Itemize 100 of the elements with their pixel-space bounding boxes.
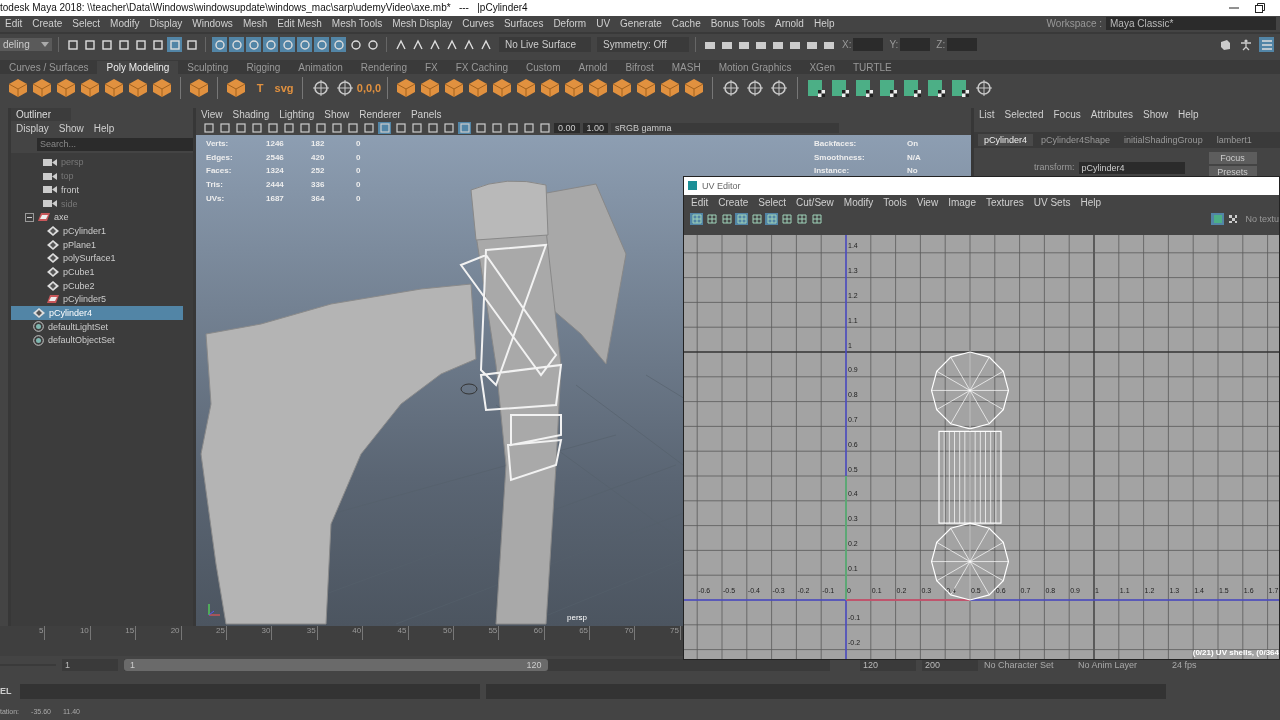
polygon-tool-icon[interactable] <box>420 77 440 98</box>
tool-icon[interactable] <box>538 122 551 135</box>
menu-item[interactable]: Attributes <box>1085 109 1138 121</box>
tool-icon[interactable] <box>522 122 535 135</box>
workspace-dropdown[interactable]: Maya Classic* <box>1106 17 1276 31</box>
polygon-tool-icon[interactable] <box>8 77 28 98</box>
menu-item[interactable]: Edit <box>686 197 714 209</box>
menu-item[interactable]: Renderer <box>354 109 406 121</box>
outliner-item[interactable]: pCylinder5 <box>11 292 183 307</box>
tool-icon[interactable] <box>167 37 182 53</box>
tool-icon[interactable] <box>974 77 994 98</box>
shelf-text-icon[interactable]: T <box>250 77 270 98</box>
menu-item[interactable]: Arnold <box>770 18 809 30</box>
node-tab[interactable]: lambert1 <box>1210 133 1258 146</box>
shelf-tab[interactable]: MASH <box>662 60 710 74</box>
menu-item[interactable]: Display <box>144 18 188 30</box>
menu-item[interactable]: Cut/Sew <box>791 197 839 209</box>
live-surface-field[interactable]: No Live Surface <box>499 37 591 53</box>
snap-icon[interactable] <box>331 37 346 53</box>
menu-item[interactable]: Edit Mesh <box>272 18 327 30</box>
tool-icon[interactable] <box>202 122 215 135</box>
search-field[interactable]: Search... <box>37 137 193 151</box>
tool-icon[interactable] <box>82 37 97 53</box>
polygon-tool-icon[interactable] <box>444 77 464 98</box>
snap-icon[interactable] <box>263 37 278 53</box>
menu-item[interactable]: Curves <box>457 18 499 30</box>
manipulator-icon[interactable] <box>460 383 478 395</box>
snap-icon[interactable] <box>348 37 363 53</box>
character-set-dropdown[interactable]: No Character Set <box>984 660 1072 671</box>
menu-item[interactable]: Focus <box>1048 109 1086 121</box>
menu-item[interactable]: Modify <box>838 197 879 209</box>
tool-icon[interactable] <box>282 122 295 135</box>
tool-icon[interactable] <box>474 122 487 135</box>
shelf-tab[interactable]: FX Caching <box>446 60 517 74</box>
outliner-item[interactable]: polySurface1 <box>11 251 183 266</box>
tool-icon[interactable] <box>506 122 519 135</box>
node-tab[interactable]: initialShadingGroup <box>1118 133 1209 146</box>
menu-item[interactable]: Show <box>319 109 355 121</box>
uv-tool-icon[interactable] <box>854 77 874 98</box>
outliner-item[interactable]: defaultObjectSet <box>11 333 183 348</box>
polygon-tool-icon[interactable] <box>80 77 100 98</box>
tool-icon[interactable] <box>362 122 375 135</box>
tool-icon[interactable] <box>250 122 263 135</box>
range-slider[interactable]: 1 120 <box>124 659 548 672</box>
outliner-item[interactable]: pCube2 <box>11 278 183 293</box>
menu-item[interactable]: Help <box>1173 109 1204 121</box>
menu-item[interactable]: View <box>911 197 944 209</box>
polygon-tool-icon[interactable] <box>540 77 560 98</box>
shelf-tab[interactable]: Rigging <box>237 60 290 74</box>
menu-item[interactable]: Mesh <box>237 18 273 30</box>
attribute-button[interactable]: Presets <box>1208 165 1257 178</box>
menu-item[interactable]: Show <box>1137 109 1173 121</box>
attribute-button[interactable]: Focus <box>1208 151 1257 164</box>
shelf-tab[interactable]: Custom <box>517 60 570 74</box>
outliner-item[interactable]: pCube1 <box>11 265 183 279</box>
tool-icon[interactable] <box>346 122 359 135</box>
tool-icon[interactable] <box>65 37 80 53</box>
polygon-tool-icon[interactable] <box>468 77 488 98</box>
uv-tool-icon[interactable] <box>926 77 946 98</box>
tool-icon[interactable] <box>218 122 231 135</box>
tool-icon[interactable] <box>150 37 165 53</box>
human-figure-icon[interactable] <box>1238 37 1253 53</box>
fps-dropdown[interactable]: 24 fps <box>1172 660 1260 671</box>
menu-item[interactable]: Lighting <box>274 109 320 121</box>
tool-icon[interactable] <box>721 77 741 98</box>
snap-icon[interactable] <box>246 37 261 53</box>
menu-item[interactable]: Shading <box>227 109 275 121</box>
snap-icon[interactable] <box>297 37 312 53</box>
snap-icon[interactable] <box>365 37 380 53</box>
polygon-tool-icon[interactable] <box>660 77 680 98</box>
menu-item[interactable]: Edit <box>0 18 28 30</box>
menu-item[interactable]: Bonus Tools <box>705 18 770 30</box>
tool-icon[interactable] <box>335 77 355 98</box>
snap-icon[interactable] <box>280 37 295 53</box>
uv-tool-icon[interactable] <box>830 77 850 98</box>
coordinate-field[interactable] <box>900 38 931 52</box>
shelf-tab[interactable]: Sculpting <box>178 60 238 74</box>
outliner-item[interactable]: pPlane1 <box>11 237 183 252</box>
polygon-tool-icon[interactable] <box>226 77 246 98</box>
tool-icon[interactable] <box>410 122 423 135</box>
tool-icon[interactable] <box>769 77 789 98</box>
menu-item[interactable]: UV <box>591 18 616 30</box>
polygon-tool-icon[interactable] <box>684 77 704 98</box>
snap-icon[interactable] <box>229 37 244 53</box>
tool-icon[interactable] <box>184 37 199 53</box>
menu-item[interactable]: Create <box>713 197 754 209</box>
polygon-tool-icon[interactable] <box>152 77 172 98</box>
color-space-dropdown[interactable]: sRGB gamma <box>611 123 840 134</box>
node-tab[interactable]: pCylinder4Shape <box>1035 133 1117 146</box>
menu-item[interactable]: Help <box>808 18 840 30</box>
shelf-text-icon[interactable]: svg <box>274 77 294 98</box>
checker-icon[interactable] <box>1226 212 1240 225</box>
tool-icon[interactable] <box>298 122 311 135</box>
shelf-tab[interactable]: Bifrost <box>616 60 663 74</box>
polygon-tool-icon[interactable] <box>492 77 512 98</box>
tool-icon[interactable] <box>116 37 131 53</box>
tool-icon[interactable] <box>394 122 407 135</box>
polygon-tool-icon[interactable] <box>104 77 124 98</box>
uv-tool-icon[interactable] <box>902 77 922 98</box>
menu-item[interactable]: View <box>196 109 228 121</box>
